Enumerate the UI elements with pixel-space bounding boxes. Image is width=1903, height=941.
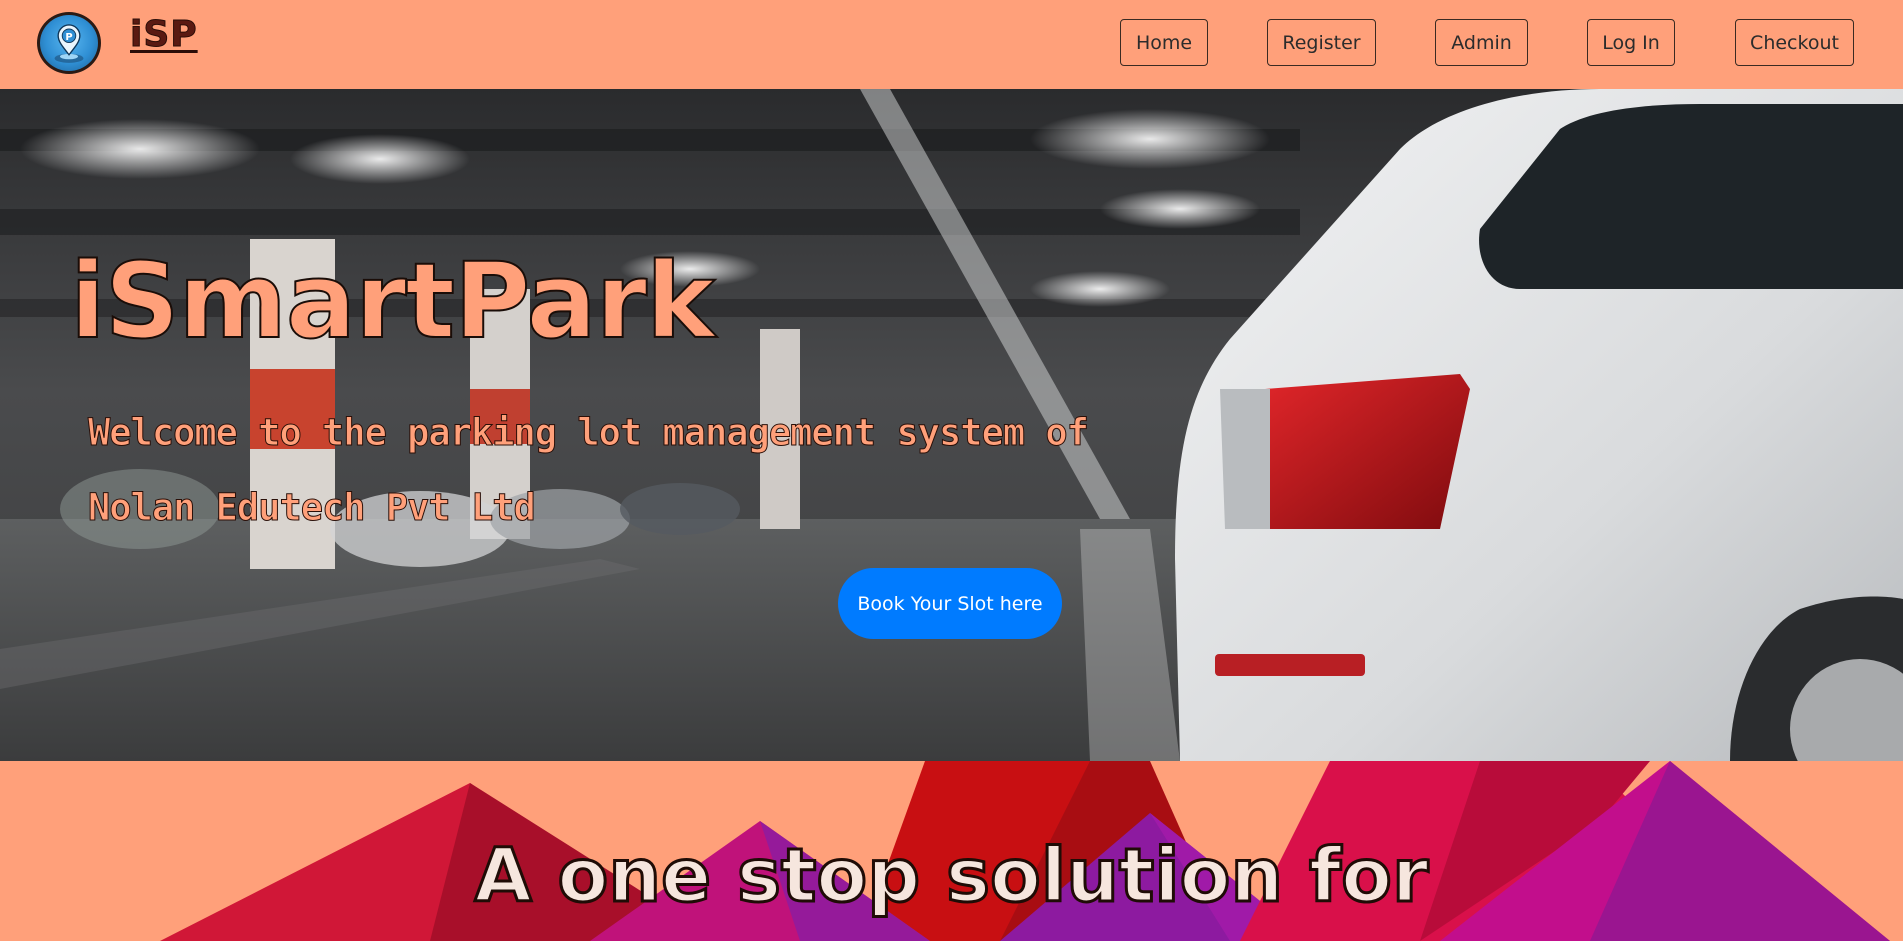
nav-home-button[interactable]: Home bbox=[1120, 19, 1208, 66]
parking-location-pin-icon[interactable]: P bbox=[37, 12, 101, 74]
nav-admin-button[interactable]: Admin bbox=[1435, 19, 1528, 66]
nav-checkout-button[interactable]: Checkout bbox=[1735, 19, 1854, 66]
section-heading: A one stop solution for bbox=[473, 833, 1430, 919]
hero-section: iSmartPark Welcome to the parking lot ma… bbox=[0, 89, 1903, 761]
navbar: P iSP Home Register Admin Log In Checkou… bbox=[0, 0, 1903, 89]
hero-subtitle: Welcome to the parking lot management sy… bbox=[88, 411, 1090, 530]
brand-logo-text[interactable]: iSP bbox=[130, 14, 198, 56]
svg-text:P: P bbox=[65, 32, 72, 43]
nav-register-button[interactable]: Register bbox=[1267, 19, 1376, 66]
nav-login-button[interactable]: Log In bbox=[1587, 19, 1675, 66]
book-slot-button[interactable]: Book Your Slot here bbox=[838, 568, 1062, 639]
hero-title: iSmartPark bbox=[69, 240, 716, 362]
solutions-section: A one stop solution for bbox=[0, 761, 1903, 941]
